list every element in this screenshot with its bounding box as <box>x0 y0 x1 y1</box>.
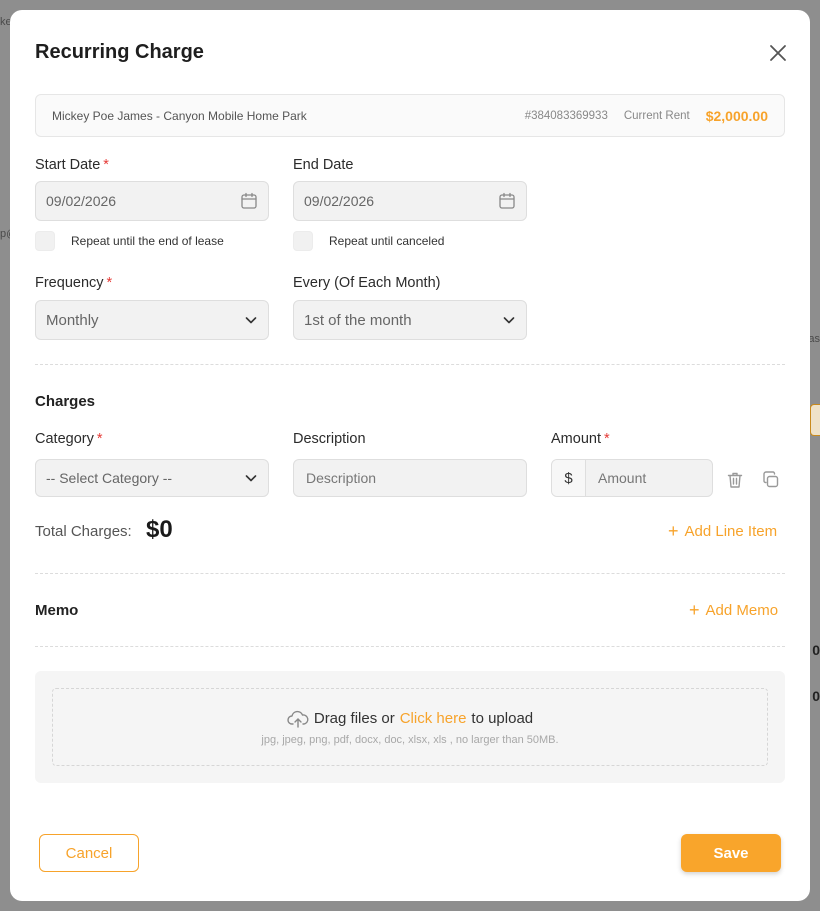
close-icon <box>770 45 786 61</box>
repeat-until-end-of-lease-checkbox[interactable] <box>35 231 55 251</box>
amount-label-text: Amount <box>551 431 601 447</box>
current-rent-label: Current Rent <box>623 109 690 122</box>
calendar-icon <box>499 192 515 209</box>
add-memo-label: Add Memo <box>705 601 779 619</box>
category-label-text: Category <box>35 431 94 447</box>
background-text-fragment: as <box>808 333 820 345</box>
frequency-select[interactable]: Monthly <box>35 300 269 340</box>
current-rent-value: $2,000.00 <box>705 107 768 124</box>
repeat-until-canceled-label: Repeat until canceled <box>329 234 445 248</box>
required-marker: * <box>96 431 103 447</box>
cloud-upload-icon <box>287 710 309 728</box>
start-date-label-text: Start Date <box>35 157 101 173</box>
close-button[interactable] <box>768 43 788 63</box>
upload-suffix-text: to upload <box>471 710 534 727</box>
plus-icon: + <box>668 521 679 541</box>
delete-line-item-button[interactable] <box>725 470 745 490</box>
upload-prefix-text: Drag files or <box>313 710 395 727</box>
description-label: Description <box>293 431 366 447</box>
amount-input[interactable]: Amount <box>586 460 712 496</box>
currency-prefix: $ <box>552 460 586 496</box>
chevron-down-icon <box>245 475 257 482</box>
start-date-input[interactable]: 09/02/2026 <box>35 181 269 221</box>
upload-file-types-hint: jpg, jpeg, png, pdf, docx, doc, xlsx, xl… <box>261 733 559 746</box>
add-memo-button[interactable]: + Add Memo <box>689 601 778 619</box>
description-input[interactable]: Description <box>293 459 527 497</box>
file-drop-zone[interactable]: Drag files or Click here to upload jpg, … <box>52 688 768 766</box>
required-marker: * <box>103 157 109 173</box>
category-label: Category * <box>35 431 103 447</box>
start-date-label: Start Date * <box>35 157 109 173</box>
end-date-label: End Date <box>293 157 354 173</box>
every-of-each-month-label: Every (Of Each Month) <box>293 275 441 291</box>
calendar-icon <box>241 192 257 209</box>
plus-icon: + <box>689 600 700 620</box>
start-date-value: 09/02/2026 <box>46 193 117 209</box>
frequency-value: Monthly <box>46 311 99 329</box>
category-select[interactable]: -- Select Category -- <box>35 459 269 497</box>
background-tag <box>810 404 820 436</box>
required-marker: * <box>106 275 113 291</box>
description-placeholder: Description <box>306 470 377 486</box>
upload-click-here-link[interactable]: Click here <box>400 710 467 727</box>
total-charges-label: Total Charges: <box>35 523 132 540</box>
repeat-until-end-of-lease-label: Repeat until the end of lease <box>71 234 224 248</box>
amount-label: Amount * <box>551 431 610 447</box>
repeat-until-canceled-checkbox[interactable] <box>293 231 313 251</box>
add-line-item-label: Add Line Item <box>684 522 778 540</box>
cancel-button[interactable]: Cancel <box>39 834 139 872</box>
file-upload-area: Drag files or Click here to upload jpg, … <box>35 671 785 783</box>
end-date-value: 09/02/2026 <box>304 193 375 209</box>
amount-input-group: $ Amount <box>551 459 713 497</box>
tenant-name: Mickey Poe James - Canyon Mobile Home Pa… <box>52 108 307 123</box>
category-value: -- Select Category -- <box>46 470 173 486</box>
copy-line-item-button[interactable] <box>761 470 781 490</box>
chevron-down-icon <box>245 317 257 324</box>
every-of-each-month-select[interactable]: 1st of the month <box>293 300 527 340</box>
every-value: 1st of the month <box>304 311 412 329</box>
required-marker: * <box>603 431 610 447</box>
copy-icon <box>763 471 779 488</box>
tenant-info-bar: Mickey Poe James - Canyon Mobile Home Pa… <box>35 94 785 137</box>
frequency-label-text: Frequency <box>35 275 104 291</box>
frequency-label: Frequency * <box>35 275 112 291</box>
memo-section-title: Memo <box>35 602 79 619</box>
trash-icon <box>727 472 743 488</box>
tenant-id: #384083369933 <box>524 109 608 122</box>
chevron-down-icon <box>503 317 515 324</box>
modal-title: Recurring Charge <box>35 41 204 63</box>
upload-instructions: Drag files or Click here to upload <box>287 709 533 729</box>
background-text-fragment: 0 <box>812 688 820 704</box>
end-date-input[interactable]: 09/02/2026 <box>293 181 527 221</box>
section-divider <box>35 364 785 365</box>
save-button[interactable]: Save <box>681 834 781 872</box>
section-divider <box>35 573 785 574</box>
charges-section-title: Charges <box>35 393 96 410</box>
background-text-fragment: 0 <box>812 642 820 658</box>
total-charges-value: $0 <box>146 516 173 543</box>
recurring-charge-modal: Recurring Charge Mickey Poe James - Cany… <box>10 10 810 901</box>
section-divider <box>35 646 785 647</box>
add-line-item-button[interactable]: + Add Line Item <box>668 522 777 540</box>
